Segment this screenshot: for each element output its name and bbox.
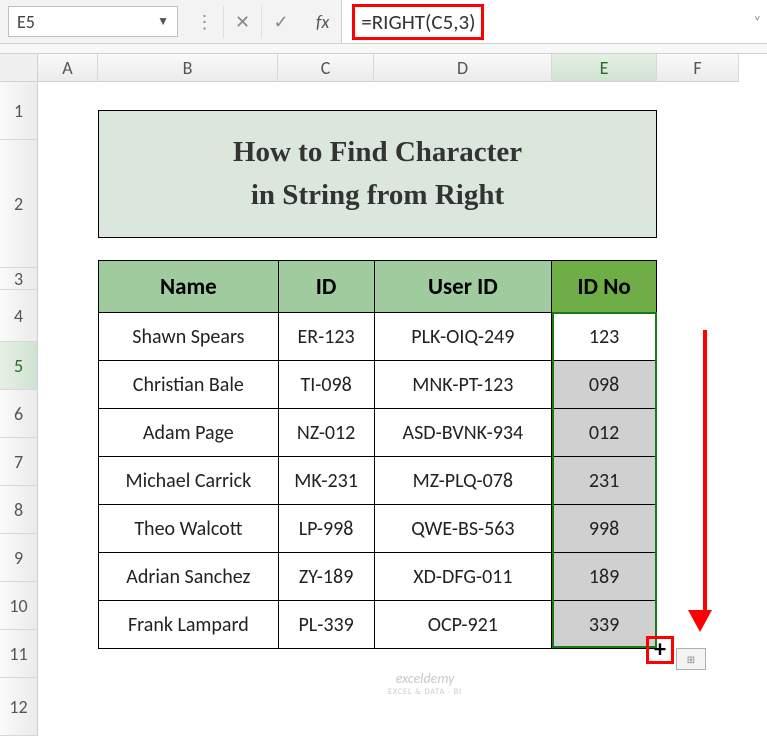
formula-text: =RIGHT(C5,3) bbox=[352, 4, 484, 40]
cell-userid[interactable]: XD-DFG-011 bbox=[374, 553, 552, 601]
cell-name[interactable]: Shawn Spears bbox=[99, 313, 279, 361]
table-row: Adam PageNZ-012ASD-BVNK-934012 bbox=[99, 409, 657, 457]
table-row: Theo WalcottLP-998QWE-BS-563998 bbox=[99, 505, 657, 553]
title-line2: in String from Right bbox=[251, 174, 504, 218]
table-row: Shawn SpearsER-123PLK-OIQ-249123 bbox=[99, 313, 657, 361]
row-header-12[interactable]: 12 bbox=[0, 678, 38, 736]
watermark: exceldemy EXCEL & DATA · BI bbox=[388, 670, 462, 697]
data-table: Name ID User ID ID No Shawn SpearsER-123… bbox=[98, 260, 657, 649]
cell-id[interactable]: NZ-012 bbox=[278, 409, 374, 457]
cell-idno[interactable]: 123 bbox=[552, 313, 657, 361]
cell-userid[interactable]: ASD-BVNK-934 bbox=[374, 409, 552, 457]
table-row: Christian BaleTI-098MNK-PT-123098 bbox=[99, 361, 657, 409]
row-header-4[interactable]: 4 bbox=[0, 290, 38, 342]
cell-name[interactable]: Michael Carrick bbox=[99, 457, 279, 505]
col-header-F[interactable]: F bbox=[657, 54, 739, 82]
name-box[interactable]: E5 ▼ bbox=[8, 6, 178, 37]
table-header-row: Name ID User ID ID No bbox=[99, 261, 657, 313]
row-header-10[interactable]: 10 bbox=[0, 582, 38, 630]
cell-idno[interactable]: 012 bbox=[552, 409, 657, 457]
formula-input[interactable]: =RIGHT(C5,3) ˅ bbox=[342, 0, 767, 43]
cell-userid[interactable]: MZ-PLQ-078 bbox=[374, 457, 552, 505]
col-header-D[interactable]: D bbox=[374, 54, 552, 82]
fill-handle[interactable]: + bbox=[646, 636, 674, 664]
cell-name[interactable]: Adrian Sanchez bbox=[99, 553, 279, 601]
dropdown-icon[interactable]: ⋮ bbox=[186, 6, 224, 38]
watermark-sub: EXCEL & DATA · BI bbox=[388, 687, 462, 697]
row-header-8[interactable]: 8 bbox=[0, 486, 38, 534]
cell-id[interactable]: PL-339 bbox=[278, 601, 374, 649]
confirm-icon[interactable]: ✓ bbox=[262, 6, 300, 38]
cell-idno[interactable]: 189 bbox=[552, 553, 657, 601]
row-header-11[interactable]: 11 bbox=[0, 630, 38, 678]
cell-id[interactable]: MK-231 bbox=[278, 457, 374, 505]
header-userid[interactable]: User ID bbox=[374, 261, 552, 313]
cell-userid[interactable]: MNK-PT-123 bbox=[374, 361, 552, 409]
header-name[interactable]: Name bbox=[99, 261, 279, 313]
red-arrow-annotation bbox=[698, 330, 712, 632]
row-header-1[interactable]: 1 bbox=[0, 82, 38, 140]
column-headers: A B C D E F bbox=[0, 54, 767, 82]
fill-cross-icon: + bbox=[654, 638, 666, 662]
col-header-E[interactable]: E bbox=[552, 54, 657, 82]
ruler-strip bbox=[0, 44, 767, 54]
cancel-icon[interactable]: ✕ bbox=[224, 6, 262, 38]
formula-bar: E5 ▼ ⋮ ✕ ✓ fx =RIGHT(C5,3) ˅ bbox=[0, 0, 767, 44]
cell-id[interactable]: TI-098 bbox=[278, 361, 374, 409]
row-header-7[interactable]: 7 bbox=[0, 438, 38, 486]
row-header-2[interactable]: 2 bbox=[0, 140, 38, 268]
fx-label[interactable]: fx bbox=[304, 0, 342, 43]
cell-id[interactable]: ER-123 bbox=[278, 313, 374, 361]
table-row: Frank LampardPL-339OCP-921339 bbox=[99, 601, 657, 649]
row-headers: 1 2 3 4 5 6 7 8 9 10 11 12 bbox=[0, 82, 38, 736]
row-header-6[interactable]: 6 bbox=[0, 390, 38, 438]
cell-id[interactable]: ZY-189 bbox=[278, 553, 374, 601]
cell-idno[interactable]: 231 bbox=[552, 457, 657, 505]
row-header-9[interactable]: 9 bbox=[0, 534, 38, 582]
cell-name[interactable]: Christian Bale bbox=[99, 361, 279, 409]
cell-name[interactable]: Adam Page bbox=[99, 409, 279, 457]
cell-name[interactable]: Theo Walcott bbox=[99, 505, 279, 553]
col-header-A[interactable]: A bbox=[38, 54, 98, 82]
table-row: Adrian SanchezZY-189XD-DFG-011189 bbox=[99, 553, 657, 601]
title-cell[interactable]: How to Find Character in String from Rig… bbox=[98, 110, 657, 238]
title-line1: How to Find Character bbox=[233, 131, 522, 175]
header-id[interactable]: ID bbox=[278, 261, 374, 313]
select-all-corner[interactable] bbox=[0, 54, 38, 82]
cell-idno[interactable]: 998 bbox=[552, 505, 657, 553]
name-box-value: E5 bbox=[17, 11, 35, 33]
row-header-5[interactable]: 5 bbox=[0, 342, 38, 390]
cell-idno[interactable]: 098 bbox=[552, 361, 657, 409]
autofill-options-button[interactable]: ⊞ bbox=[676, 648, 706, 670]
cell-userid[interactable]: OCP-921 bbox=[374, 601, 552, 649]
table-row: Michael CarrickMK-231MZ-PLQ-078231 bbox=[99, 457, 657, 505]
cell-userid[interactable]: QWE-BS-563 bbox=[374, 505, 552, 553]
cell-id[interactable]: LP-998 bbox=[278, 505, 374, 553]
cell-userid[interactable]: PLK-OIQ-249 bbox=[374, 313, 552, 361]
cell-idno[interactable]: 339 bbox=[552, 601, 657, 649]
header-idno[interactable]: ID No bbox=[552, 261, 657, 313]
watermark-main: exceldemy bbox=[396, 670, 455, 687]
col-header-C[interactable]: C bbox=[278, 54, 374, 82]
formula-bar-icons: ⋮ ✕ ✓ bbox=[186, 6, 300, 37]
chevron-down-icon[interactable]: ▼ bbox=[157, 14, 169, 29]
col-header-B[interactable]: B bbox=[98, 54, 278, 82]
expand-icon[interactable]: ˅ bbox=[753, 13, 761, 30]
cell-name[interactable]: Frank Lampard bbox=[99, 601, 279, 649]
row-header-3[interactable]: 3 bbox=[0, 268, 38, 290]
